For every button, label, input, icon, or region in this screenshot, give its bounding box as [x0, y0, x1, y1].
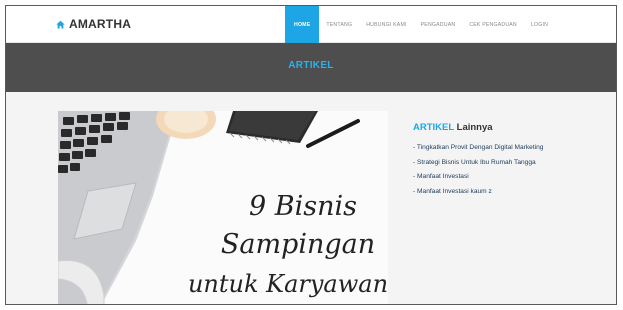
nav-login[interactable]: LOGIN	[524, 6, 555, 43]
home-icon	[56, 20, 65, 28]
nav-hubungi-kami[interactable]: HUBUNGI KAMI	[359, 6, 413, 43]
pen-illustration	[306, 119, 360, 148]
sidebar-other-articles: ARTIKEL Lainnya - Tingkatkan Provit Deng…	[413, 122, 608, 199]
sidebar-link-digital-marketing[interactable]: - Tingkatkan Provit Dengan Digital Marke…	[413, 141, 608, 156]
sidebar-link-list: - Tingkatkan Provit Dengan Digital Marke…	[413, 141, 608, 199]
nav-home[interactable]: HOME	[285, 6, 320, 43]
main-nav: HOME TENTANG HUBUNGI KAMI PENGADUAN CEK …	[285, 6, 555, 43]
browser-viewport: AMARTHA HOME TENTANG HUBUNGI KAMI PENGAD…	[5, 5, 617, 305]
nav-tentang[interactable]: TENTANG	[319, 6, 359, 43]
navbar: AMARTHA HOME TENTANG HUBUNGI KAMI PENGAD…	[6, 6, 616, 43]
sidebar-title-accent: ARTIKEL	[413, 122, 454, 133]
brand-logo[interactable]: AMARTHA	[56, 17, 131, 31]
brand-name: AMARTHA	[69, 17, 132, 31]
nav-cek-pengaduan[interactable]: CEK PENGADUAN	[462, 6, 524, 43]
sidebar-title-rest: Lainnya	[454, 122, 493, 133]
nav-pengaduan[interactable]: PENGADUAN	[414, 6, 463, 43]
article-illustration	[58, 111, 360, 304]
sidebar-title: ARTIKEL Lainnya	[413, 122, 608, 133]
article-image[interactable]: 9 Bisnis Sampingan untuk Karyawan	[58, 111, 388, 304]
notebook-illustration	[226, 111, 318, 145]
sidebar-link-manfaat-investasi[interactable]: - Manfaat Investasi	[413, 170, 608, 185]
page-title: ARTIKEL	[288, 60, 334, 71]
sidebar-link-strategi-bisnis[interactable]: - Strategi Bisnis Untuk Ibu Rumah Tangga	[413, 156, 608, 171]
sidebar-link-manfaat-investasi-kaum-z[interactable]: - Manfaat Investasi kaum z	[413, 185, 608, 200]
page-banner: ARTIKEL	[6, 43, 616, 92]
